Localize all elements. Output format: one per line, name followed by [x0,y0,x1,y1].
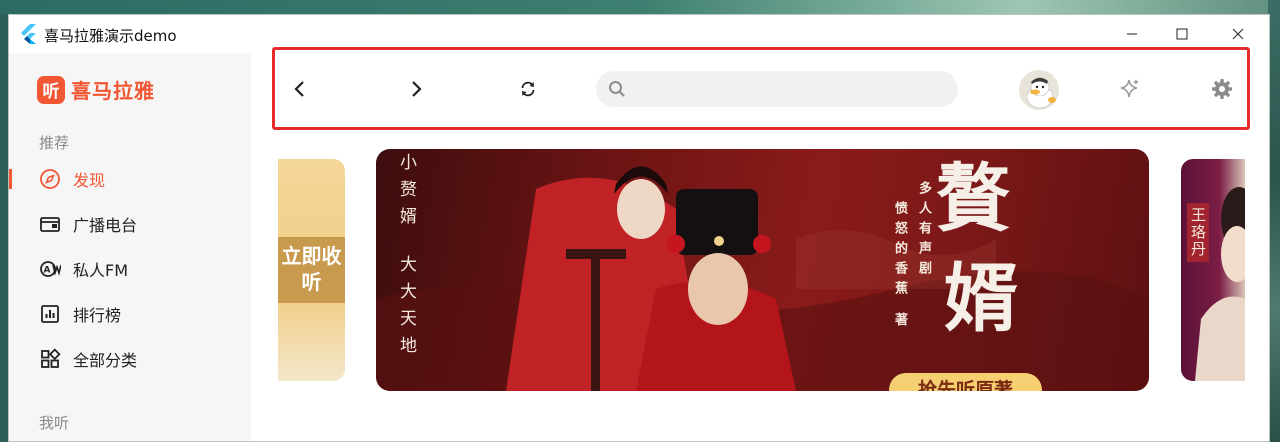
banner-prev-text: 立即收听 [278,237,345,303]
banner-prev[interactable]: 立即收听 [278,159,345,381]
refresh-icon [521,81,535,97]
banner-illustration [376,166,1149,391]
banner-subtitle-1: 多人有声剧 [916,181,931,281]
chart-icon [39,303,61,325]
banner-title: 贅 婿 [936,149,1018,349]
close-icon [1232,28,1244,40]
sidebar-item-label: 全部分类 [73,351,138,370]
maximize-icon [1176,28,1188,40]
sidebar-item-radio[interactable]: 广播电台 [9,204,251,244]
refresh-button[interactable] [511,72,545,106]
sidebar-item-discover[interactable]: 发现 [9,159,251,199]
fm-icon: A [39,258,61,280]
banner-vertical-text-1: 小赘婿 [396,153,416,234]
sidebar-item-ranking[interactable]: 排行榜 [9,294,251,334]
category-grid-icon [39,348,61,370]
sparkle-icon [1120,79,1139,98]
top-toolbar [272,47,1250,130]
settings-button[interactable] [1205,72,1239,106]
section-title-my-listening: 我听 [39,414,70,432]
brand-logo[interactable]: 听 喜马拉雅 [37,75,155,104]
search-bar[interactable] [596,71,958,107]
sidebar-item-label: 私人FM [73,261,129,280]
duck-avatar-icon [1019,70,1059,110]
banner-title-line-2: 婿 [944,256,1018,342]
ai-sparkle-button[interactable] [1113,72,1147,106]
banner-next-portrait [1195,187,1245,381]
svg-text:A: A [44,266,51,276]
window-title: 喜马拉雅演示demo [44,27,177,45]
avatar[interactable] [1019,70,1059,110]
flutter-app-icon [21,24,36,44]
search-input[interactable] [636,77,936,101]
banner-main[interactable]: 小赘婿 大大天地 多人有声剧 愤怒的香蕉 著 贅 婿 抢先听原著 [376,149,1149,391]
gear-icon [1212,79,1232,99]
banner-vertical-text-2: 大大天地 [396,255,416,363]
sidebar-item-private-fm[interactable]: A 私人FM [9,249,251,289]
back-button[interactable] [283,72,317,106]
desktop-background-top [0,0,1280,14]
banner-carousel: 立即收听 小赘婿 大大天地 多人有声剧 愤怒的香蕉 著 贅 婿 抢先听原著 王珞… [251,149,1269,400]
sidebar: 听 喜马拉雅 推荐 发现 广播电台 A 私人FM 排行榜 全部分类 我听 [9,53,251,441]
active-indicator [9,169,12,189]
brand-badge: 听 [37,75,65,104]
sidebar-item-label: 广播电台 [73,216,138,235]
minimize-icon [1127,33,1137,35]
banner-subtitle-2: 愤怒的香蕉 著 [892,201,907,333]
banner-next[interactable]: 王珞丹 [1181,159,1245,381]
radio-icon [39,213,61,235]
banner-title-line-1: 贅 [936,156,1010,242]
chevron-left-icon [294,81,304,97]
forward-button[interactable] [399,72,433,106]
sidebar-item-all-categories[interactable]: 全部分类 [9,339,251,379]
brand-name: 喜马拉雅 [71,79,155,103]
sidebar-item-label: 排行榜 [73,306,122,325]
banner-cta-button[interactable]: 抢先听原著 [889,373,1042,391]
section-title-recommend: 推荐 [39,134,70,152]
chevron-right-icon [412,81,422,97]
sidebar-item-label: 发现 [73,171,106,190]
search-icon [609,81,625,97]
app-window: 喜马拉雅演示demo 听 喜马拉雅 推荐 发现 广播电台 A 私人FM 排行榜 … [8,14,1270,442]
compass-icon [39,168,61,190]
